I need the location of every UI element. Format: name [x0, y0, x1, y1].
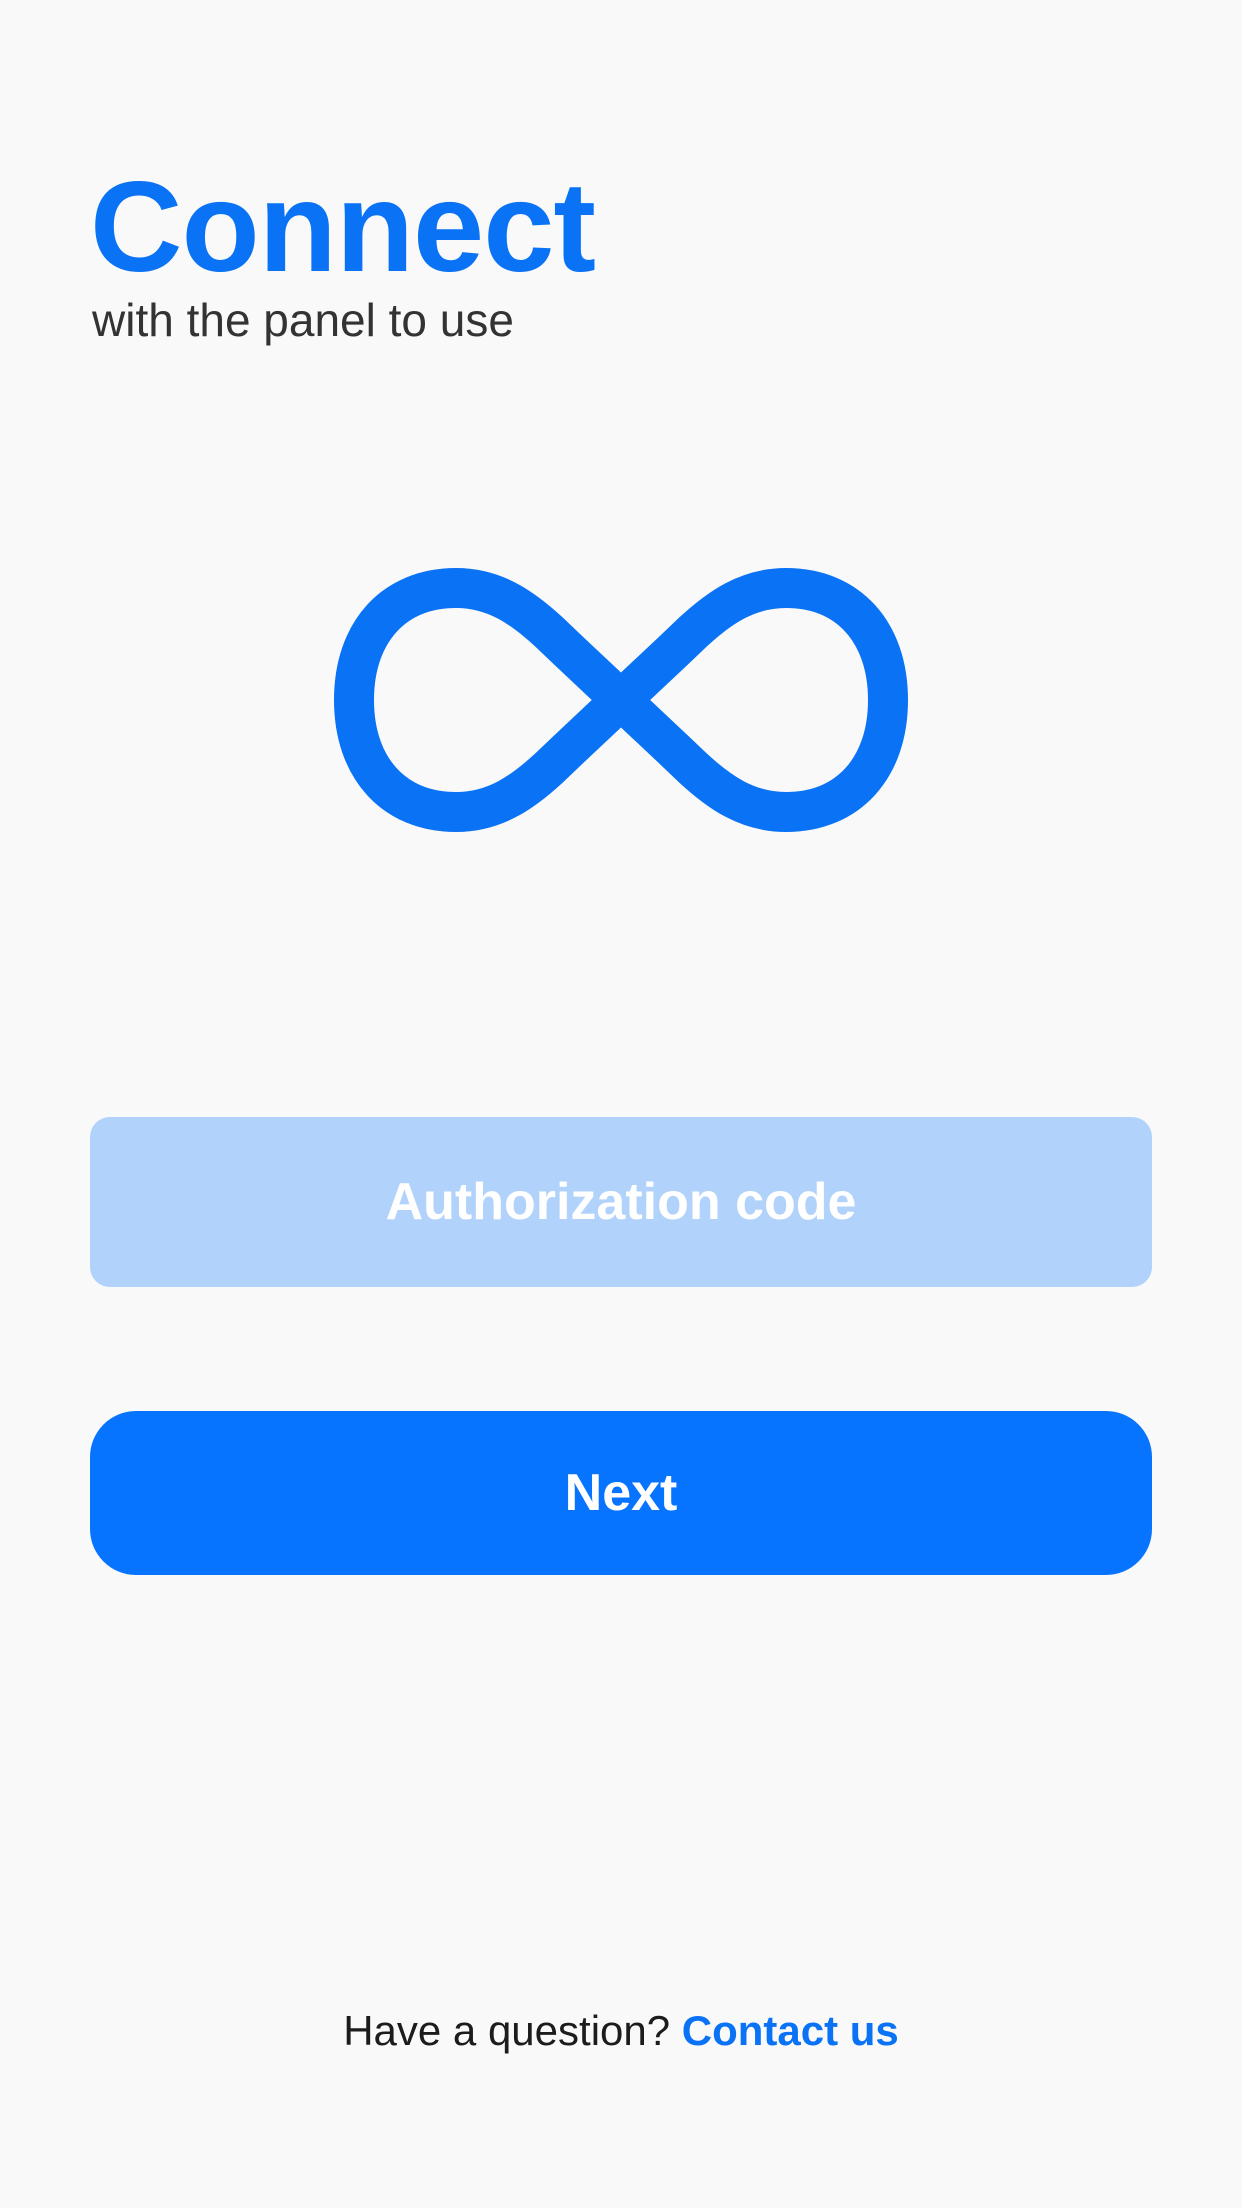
next-button[interactable]: Next	[90, 1411, 1152, 1575]
footer-question: Have a question?	[343, 2007, 671, 2054]
infinity-icon	[334, 568, 908, 832]
page-subtitle: with the panel to use	[92, 294, 514, 346]
page-title: Connect	[90, 156, 596, 299]
authorization-code-input[interactable]	[90, 1117, 1152, 1287]
contact-us-link[interactable]: Contact us	[682, 2007, 899, 2054]
footer: Have a question? Contact us	[0, 2003, 1242, 2059]
connect-screen: Connect with the panel to use Next Have …	[0, 0, 1242, 2208]
